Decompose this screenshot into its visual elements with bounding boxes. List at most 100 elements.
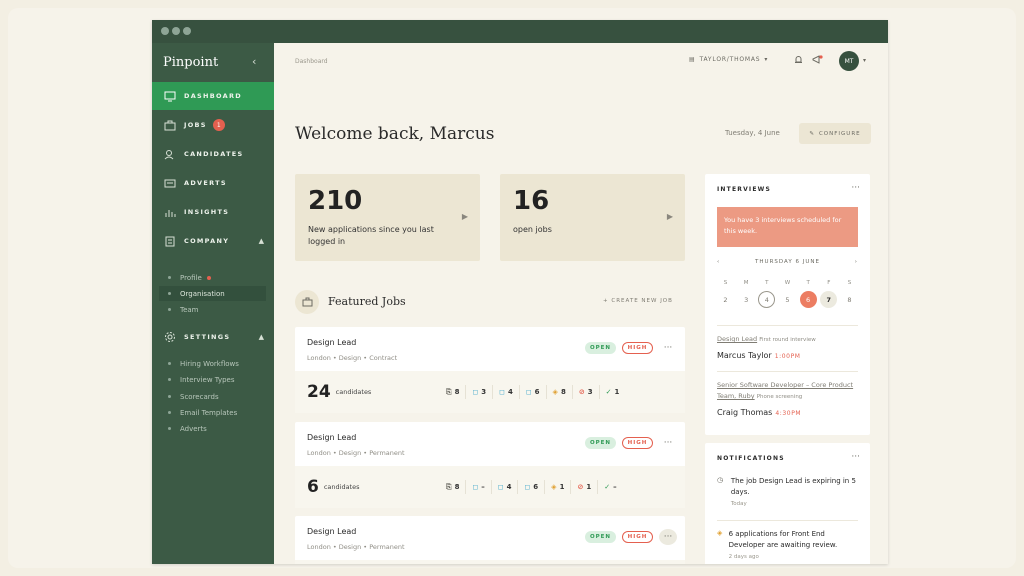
- chevron-right-icon: ▶: [666, 212, 673, 221]
- sidebar-item-adverts[interactable]: ADVERTS: [152, 169, 274, 197]
- window-dot-icon[interactable]: [183, 27, 191, 35]
- calendar-day-selected[interactable]: 6: [799, 291, 817, 308]
- sidebar-item-label: CANDIDATES: [184, 150, 244, 158]
- sidebar-item-insights[interactable]: INSIGHTS: [152, 198, 274, 226]
- stage-count: 1: [586, 483, 592, 491]
- interview-time: 1:00PM: [774, 353, 801, 360]
- stat-card-applications[interactable]: 210 New applications since you last logg…: [295, 174, 480, 261]
- chevron-up-icon[interactable]: ▲: [259, 333, 264, 341]
- stage-offer[interactable]: ◈ 1: [544, 480, 570, 494]
- bell-icon[interactable]: [794, 55, 803, 68]
- sidebar-item-settings[interactable]: SETTINGS ▲: [152, 323, 274, 351]
- stage-count: 4: [506, 483, 512, 491]
- job-meta: London • Design • Permanent: [307, 543, 405, 551]
- chevron-left-icon[interactable]: ‹: [717, 259, 720, 265]
- candidate-name[interactable]: Marcus Taylor: [717, 351, 772, 360]
- sidebar-subitem-interview-types[interactable]: Interview Types: [159, 372, 266, 387]
- sidebar-subitem-label: Scorecards: [180, 392, 219, 401]
- interview-item[interactable]: Design Lead First round interview Marcus…: [717, 334, 858, 362]
- job-title[interactable]: Design Lead: [307, 338, 356, 347]
- stat-label: New applications since you last logged i…: [308, 225, 434, 246]
- sidebar-item-company[interactable]: COMPANY ▲: [152, 227, 274, 255]
- more-options-icon[interactable]: ···: [851, 183, 860, 193]
- stage-hired[interactable]: ✓ 1: [598, 385, 626, 399]
- more-options-icon[interactable]: ···: [851, 452, 860, 462]
- organisation-select[interactable]: ▤ TAYLOR/THOMAS ▾: [689, 56, 768, 63]
- stage-count: 1: [559, 483, 565, 491]
- sidebar-subitem-profile[interactable]: Profile: [159, 270, 266, 285]
- sidebar-subitem-label: Email Templates: [180, 408, 238, 417]
- title-bar: [152, 20, 888, 43]
- bullet-icon: [168, 308, 171, 311]
- pipeline-stages: ⎘ 8 ◻ 3 ◻ 4 ◻ 6 ◈ 8 ⊘ 3 ✓ 1: [440, 385, 625, 399]
- breadcrumb[interactable]: Dashboard: [295, 58, 328, 65]
- calendar-day[interactable]: 7: [820, 291, 838, 308]
- job-title[interactable]: Design Lead: [307, 433, 356, 442]
- avatar[interactable]: MT: [839, 51, 859, 71]
- divider: [717, 325, 858, 326]
- interview-job-link[interactable]: Design Lead: [717, 335, 757, 343]
- more-options-icon[interactable]: ···: [659, 340, 677, 356]
- sidebar-subitem-adverts[interactable]: Adverts: [159, 421, 266, 436]
- notification-item[interactable]: ◈ 6 applications for Front End Developer…: [717, 529, 858, 560]
- sidebar-item-jobs[interactable]: JOBS 1: [152, 111, 274, 139]
- stage-interview[interactable]: ◻ 6: [518, 385, 546, 399]
- more-options-icon[interactable]: ···: [659, 435, 677, 451]
- window-dot-icon[interactable]: [172, 27, 180, 35]
- chevron-down-icon[interactable]: ▾: [863, 57, 866, 64]
- stage-review[interactable]: ◻ 3: [465, 385, 492, 399]
- candidate-name[interactable]: Craig Thomas: [717, 408, 772, 417]
- stage-offer[interactable]: ◈ 8: [545, 385, 572, 399]
- sidebar-subitem-email-templates[interactable]: Email Templates: [159, 405, 266, 420]
- configure-button[interactable]: ✎ CONFIGURE: [799, 123, 871, 144]
- stage-count: 6: [534, 388, 540, 396]
- calendar-day[interactable]: 3: [738, 291, 755, 308]
- stat-card-open-jobs[interactable]: 16 open jobs ▶: [500, 174, 685, 261]
- stage-phone[interactable]: ◻ 4: [492, 385, 519, 399]
- notifications-panel: NOTIFICATIONS ··· ◷ The job Design Lead …: [705, 443, 870, 564]
- stage-review[interactable]: ◻ –: [465, 480, 490, 494]
- sidebar-item-candidates[interactable]: CANDIDATES: [152, 140, 274, 168]
- chevron-right-icon: ▶: [461, 212, 468, 221]
- stage-applied[interactable]: ⎘ 8: [440, 385, 465, 399]
- stage-hired[interactable]: ✓ –: [597, 480, 622, 494]
- calendar-day[interactable]: 8: [841, 291, 858, 308]
- job-title[interactable]: Design Lead: [307, 527, 356, 536]
- job-card[interactable]: Design Lead London • Design • Permanent …: [295, 516, 685, 564]
- chevron-right-icon[interactable]: ›: [855, 259, 858, 265]
- window-dot-icon[interactable]: [161, 27, 169, 35]
- notification-item[interactable]: ◷ The job Design Lead is expiring in 5 d…: [717, 476, 858, 507]
- sidebar-subitem-organisation[interactable]: Organisation: [159, 286, 266, 301]
- sidebar-item-dashboard[interactable]: DASHBOARD: [152, 82, 274, 110]
- stage-rejected[interactable]: ⊘ 1: [570, 480, 597, 494]
- stage-applied[interactable]: ⎘ 8: [440, 480, 465, 494]
- chevron-up-icon[interactable]: ▲: [259, 237, 264, 245]
- sidebar-subitem-team[interactable]: Team: [159, 302, 266, 317]
- brand-logo[interactable]: Pinpoint: [163, 55, 218, 70]
- app-window: Pinpoint ‹ DASHBOARD JOBS 1 CANDIDATES A…: [152, 20, 888, 564]
- megaphone-icon[interactable]: [812, 55, 823, 68]
- stage-rejected[interactable]: ⊘ 3: [571, 385, 599, 399]
- status-badge: OPEN: [585, 437, 616, 449]
- interview-item[interactable]: Senior Software Developer – Core Product…: [717, 380, 858, 419]
- panel-title: NOTIFICATIONS: [717, 455, 785, 462]
- more-options-icon[interactable]: ···: [659, 529, 677, 545]
- calendar-date-label: THURSDAY 6 JUNE: [755, 259, 820, 265]
- stage-interview[interactable]: ◻ 6: [517, 480, 544, 494]
- create-new-job-button[interactable]: + CREATE NEW JOB: [603, 298, 673, 304]
- calendar-days: 2 3 4 5 6 7 8: [717, 291, 858, 308]
- calendar-day[interactable]: 2: [717, 291, 734, 308]
- collapse-sidebar-icon[interactable]: ‹: [252, 55, 256, 68]
- stage-phone[interactable]: ◻ 4: [490, 480, 518, 494]
- job-card[interactable]: Design Lead London • Design • Contract O…: [295, 327, 685, 413]
- calendar-day-today[interactable]: 4: [758, 291, 776, 308]
- sidebar-item-label: ADVERTS: [184, 179, 227, 187]
- calendar-day[interactable]: 5: [779, 291, 796, 308]
- interviews-alert: You have 3 interviews scheduled for this…: [717, 207, 858, 247]
- interview-type: First round interview: [759, 337, 816, 343]
- status-badge: OPEN: [585, 342, 616, 354]
- sidebar-subitem-hiring-workflows[interactable]: Hiring Workflows: [159, 356, 266, 371]
- job-card[interactable]: Design Lead London • Design • Permanent …: [295, 422, 685, 508]
- sidebar-subitem-scorecards[interactable]: Scorecards: [159, 389, 266, 404]
- panel-title: INTERVIEWS: [717, 186, 771, 193]
